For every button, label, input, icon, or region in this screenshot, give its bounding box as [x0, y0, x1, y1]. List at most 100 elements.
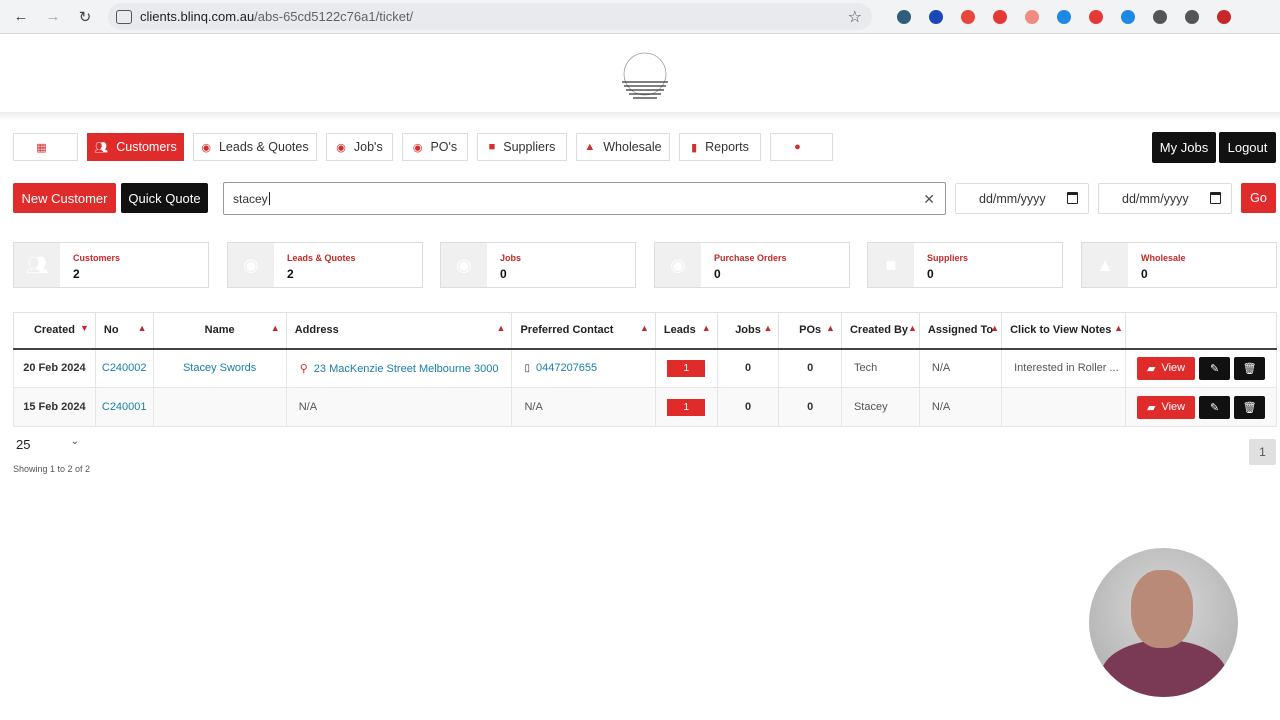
nav-calendar[interactable]: ▦ [13, 133, 78, 161]
table-row: 15 Feb 2024 C240001 N/A N/A 1 0 0 Stacey… [13, 387, 1277, 427]
column-header-leads[interactable]: Leads ▲ [654, 312, 718, 350]
cell-leads[interactable]: 1 [654, 387, 718, 427]
nav-pos-label: PO's [430, 140, 458, 154]
users-icon: 👥︎ [14, 243, 60, 287]
browser-extension-icon[interactable] [1144, 5, 1176, 29]
cell-notes[interactable]: Interested in Roller ... [1001, 348, 1127, 388]
cell-name-link[interactable]: Stacey Swords [152, 348, 287, 388]
nav-leads-quotes[interactable]: ◉ Leads & Quotes [193, 133, 317, 161]
view-button[interactable]: ▰ View [1137, 395, 1196, 419]
go-button[interactable]: Go [1241, 183, 1276, 213]
stat-card-jobs[interactable]: ◉ Jobs 0 [440, 242, 636, 288]
nav-reports[interactable]: ▮ Reports [679, 133, 761, 161]
stat-card-customers[interactable]: 👥︎ Customers 2 [13, 242, 209, 288]
column-header-preferred-contact[interactable]: Preferred Contact ▲ [511, 312, 656, 350]
search-input[interactable]: stacey ✕ [223, 182, 946, 215]
bookmark-star-icon[interactable]: ☆ [848, 7, 862, 27]
header-label: Preferred Contact [520, 324, 614, 337]
browser-extension-icon[interactable] [1208, 5, 1240, 29]
calendar-picker-icon[interactable] [1210, 192, 1221, 204]
forward-arrow-icon[interactable]: → [42, 6, 64, 28]
sort-icon: ▲ [496, 323, 506, 333]
my-jobs-button[interactable]: My Jobs [1152, 132, 1216, 163]
nav-wholesale[interactable]: ▲ Wholesale [576, 133, 670, 161]
cell-address-link[interactable]: ⚲ 23 MacKenzie Street Melbourne 3000 [285, 348, 513, 388]
site-settings-icon[interactable] [116, 9, 132, 24]
cell-name-link[interactable] [152, 387, 287, 427]
nav-wholesale-label: Wholesale [603, 140, 662, 154]
browser-extension-icon[interactable] [952, 5, 984, 29]
date-from-input[interactable]: dd/mm/yyyy [955, 183, 1089, 214]
browser-extension-icon[interactable] [1048, 5, 1080, 29]
column-header-assigned-to[interactable]: Assigned To ▲ [918, 312, 1003, 350]
column-header-created[interactable]: Created ▼ [13, 312, 96, 350]
stat-count: 2 [287, 267, 294, 281]
address-bar[interactable]: clients.blinq.com.au/abs-65cd5122c76a1/t… [108, 3, 872, 30]
nav-map[interactable]: ● [770, 133, 833, 161]
column-header-address[interactable]: Address ▲ [285, 312, 513, 350]
browser-extension-icon[interactable] [920, 5, 952, 29]
cell-created-by: Tech [840, 348, 920, 388]
browser-extension-icon[interactable] [1016, 5, 1048, 29]
browser-extension-icon[interactable] [1112, 5, 1144, 29]
sort-icon: ▲ [137, 323, 147, 333]
gauge-icon: ◉ [228, 243, 274, 287]
edit-button[interactable]: ✎ [1199, 356, 1231, 380]
stat-card-wholesale[interactable]: ▲ Wholesale 0 [1081, 242, 1277, 288]
logout-button[interactable]: Logout [1219, 132, 1276, 163]
column-header-no[interactable]: No ▲ [94, 312, 154, 350]
cell-contact-link[interactable]: ▯ 0447207655 [511, 348, 656, 388]
nav-pos[interactable]: ◉ PO's [402, 133, 468, 161]
cell-customer-no-link[interactable]: C240001 [94, 387, 154, 427]
clear-search-icon[interactable]: ✕ [923, 191, 935, 208]
cell-notes[interactable] [1001, 387, 1127, 427]
extension-glyph-icon [929, 10, 943, 24]
nav-reports-label: Reports [705, 140, 749, 154]
browser-extension-icon[interactable] [888, 5, 920, 29]
nav-jobs[interactable]: ◉ Job's [326, 133, 393, 161]
cell-actions: ▰ View ✎ 🗑︎ [1125, 348, 1277, 388]
extension-glyph-icon [961, 10, 975, 24]
column-header-name[interactable]: Name ▲ [152, 312, 287, 350]
calendar-picker-icon[interactable] [1067, 192, 1078, 204]
stat-label: Jobs [500, 253, 522, 263]
edit-button[interactable]: ✎ [1199, 395, 1231, 419]
leads-badge[interactable]: 1 [667, 398, 706, 416]
table-header-row: Created ▼ No ▲ Name ▲ Address ▲ Preferred Co… [13, 312, 1277, 350]
column-header-created-by[interactable]: Created By ▲ [840, 312, 920, 350]
browser-extension-icon[interactable] [1176, 5, 1208, 29]
column-header-jobs[interactable]: Jobs ▲ [716, 312, 780, 350]
date-to-input[interactable]: dd/mm/yyyy [1098, 183, 1232, 214]
showing-entries-text: Showing 1 to 2 of 2 [13, 464, 91, 474]
back-arrow-icon[interactable]: ← [10, 6, 32, 28]
extension-glyph-icon [1185, 10, 1199, 24]
column-header-pos[interactable]: POs ▲ [778, 312, 842, 350]
edit-icon: ✎ [1209, 362, 1220, 375]
nav-suppliers[interactable]: ■ Suppliers [477, 133, 567, 161]
address-text: 23 MacKenzie Street Melbourne 3000 [313, 362, 499, 375]
cell-leads[interactable]: 1 [654, 348, 718, 388]
leads-badge[interactable]: 1 [667, 359, 706, 377]
browser-extension-icon[interactable] [1080, 5, 1112, 29]
browser-extension-icon[interactable] [984, 5, 1016, 29]
reload-icon[interactable]: ↻ [74, 6, 96, 28]
view-button[interactable]: ▰ View [1137, 356, 1196, 380]
quick-quote-button[interactable]: Quick Quote [121, 183, 208, 213]
delete-button[interactable]: 🗑︎ [1234, 356, 1266, 380]
new-customer-button[interactable]: New Customer [13, 183, 116, 213]
cell-customer-no-link[interactable]: C240002 [94, 348, 154, 388]
extension-glyph-icon [1217, 10, 1231, 24]
stat-label: Purchase Orders [714, 253, 787, 263]
nav-customers[interactable]: 👥︎ Customers [87, 133, 184, 161]
stat-card-suppliers[interactable]: ■ Suppliers 0 [867, 242, 1063, 288]
column-header-notes[interactable]: Click to View Notes ▲ [1001, 312, 1127, 350]
stat-card-purchase-orders[interactable]: ◉ Purchase Orders 0 [654, 242, 850, 288]
page-size-select[interactable]: 25 ⌄ [13, 433, 83, 455]
page-button-current[interactable]: 1 [1249, 439, 1276, 465]
truck-icon: ■ [868, 243, 914, 287]
stat-card-leads[interactable]: ◉ Leads & Quotes 2 [227, 242, 423, 288]
chart-icon: ▮ [691, 141, 698, 154]
delete-button[interactable]: 🗑︎ [1234, 395, 1266, 419]
cell-jobs: 0 [716, 348, 780, 388]
stat-count: 0 [500, 267, 507, 281]
